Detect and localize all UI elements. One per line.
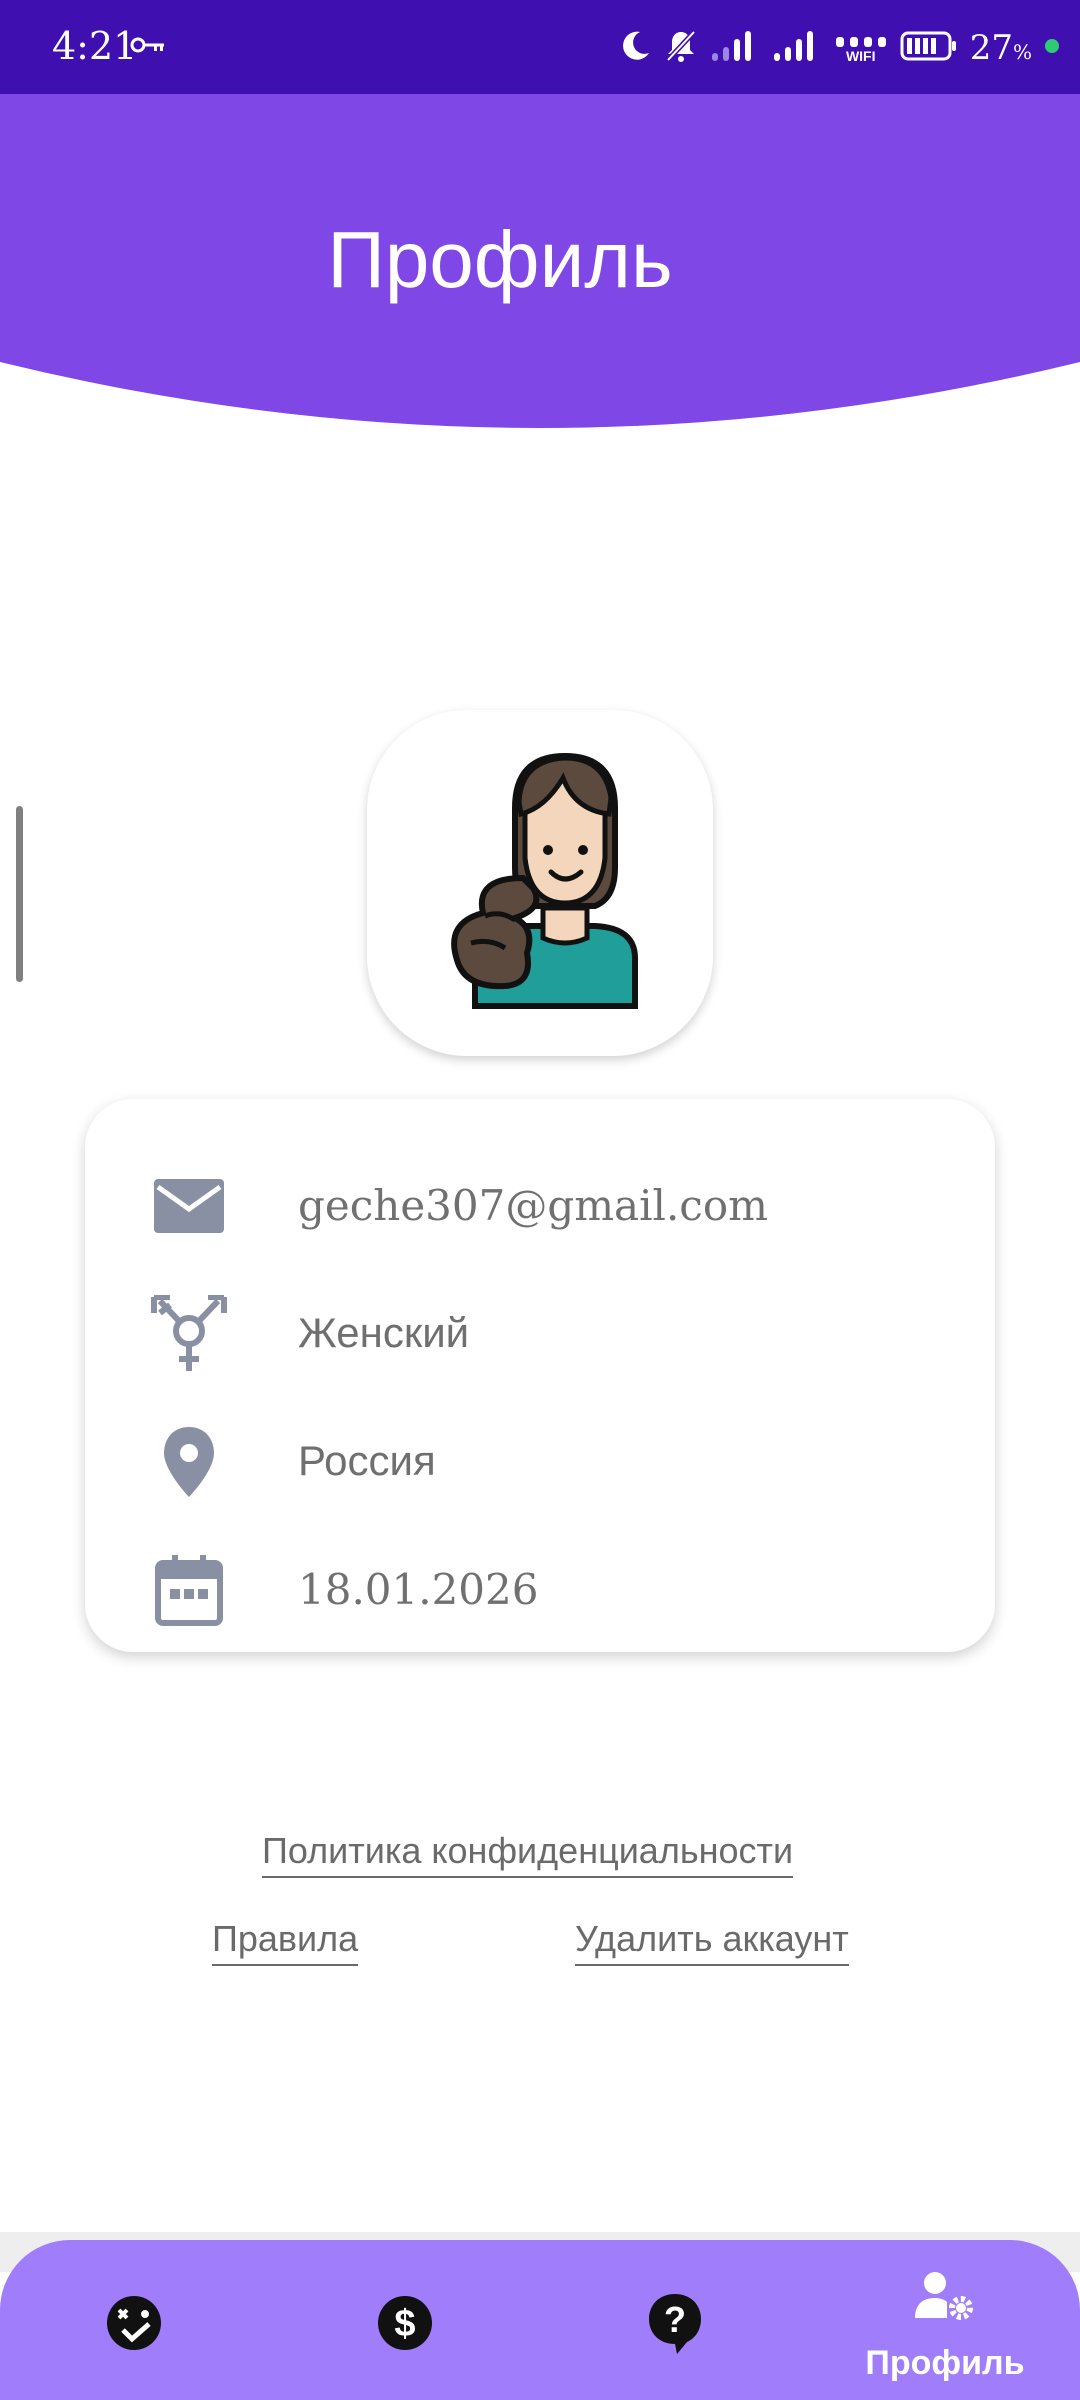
dot-icon xyxy=(1044,38,1060,59)
transgender-icon xyxy=(150,1294,228,1373)
user-settings-icon xyxy=(915,2272,973,2320)
status-time: 4:21 xyxy=(52,24,138,68)
calendar-icon xyxy=(150,1551,228,1629)
bell-off-icon xyxy=(664,28,698,69)
face-check-icon xyxy=(107,2296,161,2350)
country-value: Россия xyxy=(298,1437,436,1484)
key-icon xyxy=(130,36,166,59)
gender-row: Женский xyxy=(85,1277,995,1387)
svg-text:$: $ xyxy=(394,2303,415,2345)
nav-item-payment[interactable]: $ xyxy=(330,2240,480,2400)
date-row: 18.01.2026 xyxy=(85,1533,995,1643)
country-row: Россия xyxy=(85,1405,995,1515)
battery-percent: 27% xyxy=(969,28,1032,68)
avatar[interactable] xyxy=(367,710,713,1056)
email-row: geche307@gmail.com xyxy=(85,1149,995,1259)
wifi-icon: WIFI xyxy=(834,33,888,63)
profile-info-card: geche307@gmail.com Женский Россия 18.01.… xyxy=(85,1099,995,1652)
gender-value: Женский xyxy=(298,1309,470,1356)
battery-icon xyxy=(900,30,958,67)
email-value: geche307@gmail.com xyxy=(298,1181,768,1230)
signal-icon xyxy=(772,29,822,68)
mail-icon xyxy=(150,1167,228,1245)
date-value: 18.01.2026 xyxy=(298,1565,539,1614)
nav-item-help[interactable]: ? xyxy=(600,2240,750,2400)
nav-label-profile: Профиль xyxy=(865,2344,1025,2382)
privacy-policy-link[interactable]: Политика конфиденциальности xyxy=(262,1830,794,1878)
question-bubble-icon: ? xyxy=(649,2294,701,2354)
status-bar: 4:21 WIFI 27% xyxy=(0,0,1080,94)
delete-account-link[interactable]: Удалить аккаунт xyxy=(575,1918,849,1966)
nav-item-profile[interactable]: Профиль xyxy=(860,2240,1030,2400)
profile-header: Профиль xyxy=(0,94,1080,434)
scroll-indicator[interactable] xyxy=(16,806,23,982)
location-pin-icon xyxy=(150,1423,228,1501)
woman-avatar-icon xyxy=(451,752,638,1009)
page-title: Профиль xyxy=(327,215,673,304)
signal-icon xyxy=(710,29,760,68)
dollar-icon: $ xyxy=(378,2296,432,2350)
moon-icon xyxy=(618,29,652,68)
wifi-label: WIFI xyxy=(845,48,876,64)
svg-text:?: ? xyxy=(664,2299,686,2340)
bottom-nav: $ ? Профиль xyxy=(0,2240,1080,2400)
rules-link[interactable]: Правила xyxy=(212,1918,359,1966)
nav-item-mood[interactable] xyxy=(60,2240,210,2400)
